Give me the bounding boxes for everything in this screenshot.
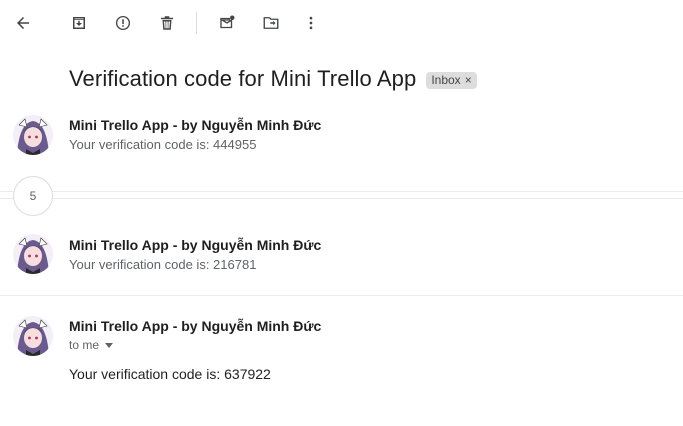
- label-text: Inbox: [431, 73, 461, 87]
- more-options-button[interactable]: [297, 9, 325, 37]
- message-snippet: Your verification code is: 444955: [69, 137, 257, 152]
- toolbar-separator: [196, 12, 197, 34]
- sender-avatar-image: [13, 115, 53, 155]
- avatar[interactable]: [13, 115, 53, 155]
- move-to-button[interactable]: [257, 9, 285, 37]
- collapsed-count[interactable]: 5: [13, 176, 53, 216]
- collapsed-messages[interactable]: 5: [0, 172, 683, 218]
- back-button[interactable]: [9, 9, 37, 37]
- message-body: Your verification code is: 637922: [69, 366, 271, 382]
- message-divider: [0, 295, 683, 296]
- archive-button[interactable]: [65, 9, 93, 37]
- sender-avatar-image: [13, 316, 53, 356]
- delete-icon: [161, 16, 173, 30]
- caret-down-icon: [105, 342, 114, 348]
- delete-button[interactable]: [153, 9, 181, 37]
- report-spam-button[interactable]: [109, 9, 137, 37]
- avatar[interactable]: [13, 234, 53, 274]
- report-spam-icon: [115, 15, 131, 31]
- back-arrow-icon: [17, 17, 29, 29]
- sender-name: Mini Trello App - by Nguyễn Minh Đức: [69, 318, 322, 334]
- mark-unread-icon: [219, 15, 235, 29]
- archive-icon: [73, 17, 85, 29]
- avatar[interactable]: [13, 316, 53, 356]
- collapsed-divider: [0, 198, 683, 199]
- subject-row: Verification code for Mini Trello App In…: [69, 66, 477, 92]
- recipient-details-toggle[interactable]: to me: [69, 338, 114, 352]
- more-vert-icon: [309, 16, 313, 30]
- thread-subject: Verification code for Mini Trello App: [69, 66, 417, 91]
- remove-label-icon[interactable]: ×: [465, 73, 472, 87]
- message-snippet: Your verification code is: 216781: [69, 257, 257, 272]
- collapsed-divider: [0, 191, 683, 192]
- recipient-label: to me: [69, 338, 100, 352]
- sender-avatar-image: [13, 234, 53, 274]
- mark-unread-button[interactable]: [213, 9, 241, 37]
- sender-name: Mini Trello App - by Nguyễn Minh Đức: [69, 237, 322, 253]
- move-to-icon: [263, 17, 279, 29]
- sender-name: Mini Trello App - by Nguyễn Minh Đức: [69, 117, 322, 133]
- thread-toolbar: [0, 0, 683, 46]
- inbox-label-chip[interactable]: Inbox ×: [426, 71, 477, 89]
